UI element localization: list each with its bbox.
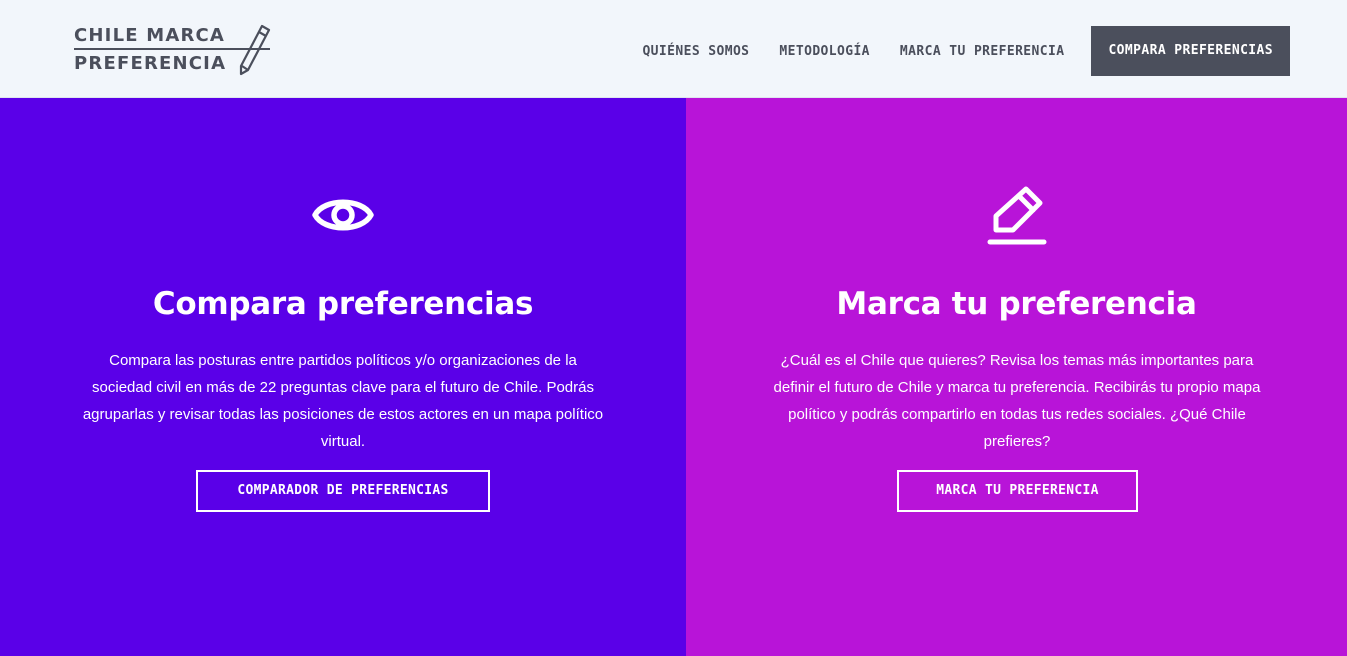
- site-header: CHILE MARCA PREFERENCIA QUIÉNES SOMOS ME…: [0, 0, 1347, 98]
- pencil-edit-icon: [987, 186, 1046, 245]
- marca-tu-preferencia-button[interactable]: MARCA TU PREFERENCIA: [897, 470, 1138, 512]
- compara-preferencias-button[interactable]: COMPARA PREFERENCIAS: [1091, 26, 1290, 76]
- main-nav: QUIÉNES SOMOS METODOLOGÍA MARCA TU PREFE…: [642, 26, 1290, 76]
- marca-panel: Marca tu preferencia ¿Cuál es el Chile q…: [686, 98, 1347, 656]
- marca-title: Marca tu preferencia: [836, 286, 1197, 322]
- logo-line-2: PREFERENCIA: [74, 53, 227, 74]
- nav-link-marca-tu-preferencia[interactable]: MARCA TU PREFERENCIA: [900, 44, 1065, 59]
- compara-panel: Compara preferencias Compara las postura…: [0, 98, 686, 656]
- logo-line-1: CHILE MARCA: [74, 25, 226, 46]
- nav-link-metodologia[interactable]: METODOLOGÍA: [779, 44, 870, 59]
- site-logo[interactable]: CHILE MARCA PREFERENCIA: [74, 24, 274, 78]
- marca-description: ¿Cuál es el Chile que quieres? Revisa lo…: [773, 352, 1261, 450]
- pencil-icon: [239, 24, 271, 76]
- compara-title: Compara preferencias: [152, 286, 534, 322]
- comparador-button[interactable]: COMPARADOR DE PREFERENCIAS: [196, 470, 490, 512]
- eye-icon: [312, 199, 374, 231]
- compara-description: Compara las posturas entre partidos polí…: [82, 352, 604, 450]
- nav-link-quienes-somos[interactable]: QUIÉNES SOMOS: [642, 44, 749, 59]
